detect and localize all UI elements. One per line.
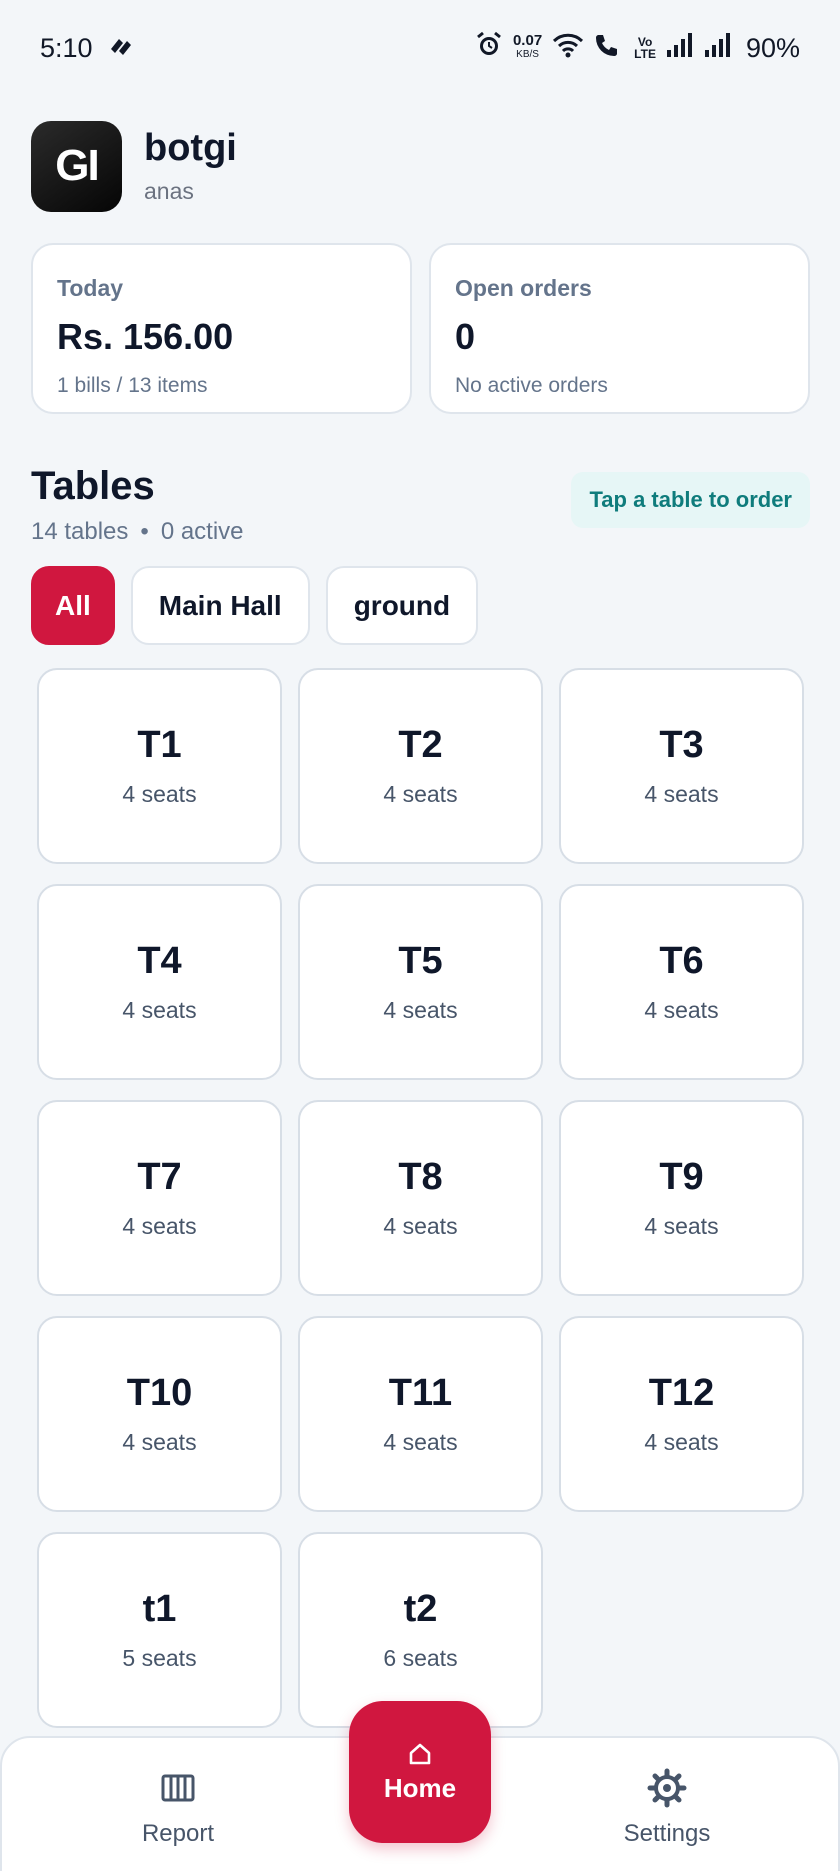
table-seats: 4 seats xyxy=(383,997,458,1023)
filter-chip-ground[interactable]: ground xyxy=(325,566,479,645)
table-card[interactable]: T12 4 seats xyxy=(559,1316,804,1512)
network-speed: 0.07 KB/S xyxy=(512,32,543,62)
home-icon xyxy=(409,1743,431,1764)
table-seats: 4 seats xyxy=(644,1213,719,1239)
table-name: T11 xyxy=(388,1372,453,1414)
app-screen: 5:10 0.07 KB/S Vo LTE 90% GI botgi anas … xyxy=(0,0,840,1871)
status-time: 5:10 xyxy=(40,32,93,63)
wifi-calling-icon xyxy=(594,32,624,65)
table-card[interactable]: t1 5 seats xyxy=(37,1532,282,1728)
filter-chip-all[interactable]: All xyxy=(31,566,115,645)
table-seats: 4 seats xyxy=(383,1213,458,1239)
table-card[interactable]: T1 4 seats xyxy=(37,668,282,864)
signal-icon-sim2 xyxy=(704,32,732,65)
signal-icon-sim1 xyxy=(666,32,694,65)
table-name: T10 xyxy=(126,1372,193,1414)
tables-grid: T1 4 seats T2 4 seats T3 4 seats T4 4 se… xyxy=(37,668,804,1728)
table-seats: 5 seats xyxy=(122,1645,197,1671)
app-header: GI botgi anas xyxy=(31,120,237,212)
open-orders-summary: No active orders xyxy=(455,374,608,397)
open-orders-card[interactable]: Open orders 0 No active orders xyxy=(429,243,810,414)
network-speed-unit: KB/S xyxy=(516,49,539,60)
volte-indicator: Vo LTE xyxy=(634,35,656,61)
brand-info: botgi anas xyxy=(144,127,237,205)
table-seats: 4 seats xyxy=(644,1429,719,1455)
table-seats: 4 seats xyxy=(122,1213,197,1239)
table-seats: 6 seats xyxy=(383,1645,458,1671)
order-hint-badge: Tap a table to order xyxy=(571,472,810,528)
table-card[interactable]: T2 4 seats xyxy=(298,668,543,864)
nav-report[interactable]: Report xyxy=(98,1768,258,1848)
table-card[interactable]: t2 6 seats xyxy=(298,1532,543,1728)
separator-dot: • xyxy=(140,518,149,545)
open-orders-label: Open orders xyxy=(455,275,592,301)
area-filter-chips: All Main Hall ground xyxy=(31,566,479,645)
table-name: T7 xyxy=(137,1156,182,1198)
table-card[interactable]: T6 4 seats xyxy=(559,884,804,1080)
table-card[interactable]: T11 4 seats xyxy=(298,1316,543,1512)
table-seats: 4 seats xyxy=(383,781,458,807)
table-name: T1 xyxy=(137,724,182,766)
today-summary: 1 bills / 13 items xyxy=(57,374,208,397)
table-name: T4 xyxy=(137,940,182,982)
table-seats: 4 seats xyxy=(122,997,197,1023)
status-bar: 5:10 0.07 KB/S Vo LTE 90% xyxy=(0,0,840,96)
table-name: t1 xyxy=(142,1588,177,1630)
table-card[interactable]: T9 4 seats xyxy=(559,1100,804,1296)
active-count: 0 active xyxy=(160,518,244,545)
nav-report-label: Report xyxy=(141,1820,215,1847)
table-seats: 4 seats xyxy=(644,781,719,807)
table-name: T3 xyxy=(659,724,704,766)
table-card[interactable]: T10 4 seats xyxy=(37,1316,282,1512)
wifi-icon xyxy=(552,32,584,65)
tables-title: Tables xyxy=(31,464,155,508)
nav-home-label: Home xyxy=(383,1772,457,1803)
gear-icon xyxy=(647,1768,687,1808)
table-seats: 4 seats xyxy=(122,1429,197,1455)
table-name: T2 xyxy=(398,724,443,766)
app-notification-icon xyxy=(107,33,133,64)
table-card[interactable]: T5 4 seats xyxy=(298,884,543,1080)
nav-home-button[interactable]: Home xyxy=(349,1701,491,1843)
nav-settings-label: Settings xyxy=(623,1820,711,1847)
open-orders-value: 0 xyxy=(455,316,476,357)
table-name: T12 xyxy=(648,1372,715,1414)
brand-name: botgi xyxy=(144,127,237,169)
report-icon xyxy=(158,1768,198,1808)
table-card[interactable]: T4 4 seats xyxy=(37,884,282,1080)
table-card[interactable]: T7 4 seats xyxy=(37,1100,282,1296)
today-label: Today xyxy=(57,275,124,301)
nav-settings[interactable]: Settings xyxy=(587,1768,747,1848)
table-seats: 4 seats xyxy=(644,997,719,1023)
today-stat-card[interactable]: Today Rs. 156.00 1 bills / 13 items xyxy=(31,243,412,414)
table-card[interactable]: T3 4 seats xyxy=(559,668,804,864)
filter-chip-main-hall[interactable]: Main Hall xyxy=(130,566,310,645)
tables-count: 14 tables xyxy=(31,518,129,545)
table-seats: 4 seats xyxy=(122,781,197,807)
battery-level: 90% xyxy=(745,32,800,63)
today-value: Rs. 156.00 xyxy=(57,316,234,357)
table-name: T6 xyxy=(659,940,704,982)
table-name: T8 xyxy=(398,1156,443,1198)
table-name: T5 xyxy=(398,940,443,982)
network-speed-value: 0.07 xyxy=(512,32,543,49)
table-name: t2 xyxy=(403,1588,438,1630)
status-left: 5:10 xyxy=(40,33,133,64)
user-name: anas xyxy=(144,178,194,204)
table-name: T9 xyxy=(659,1156,704,1198)
brand-logo: GI xyxy=(31,120,122,212)
table-card[interactable]: T8 4 seats xyxy=(298,1100,543,1296)
table-seats: 4 seats xyxy=(383,1429,458,1455)
tables-summary: 14 tables • 0 active xyxy=(31,518,244,546)
status-right: 0.07 KB/S Vo LTE 90% xyxy=(475,31,800,66)
alarm-icon xyxy=(475,31,503,66)
